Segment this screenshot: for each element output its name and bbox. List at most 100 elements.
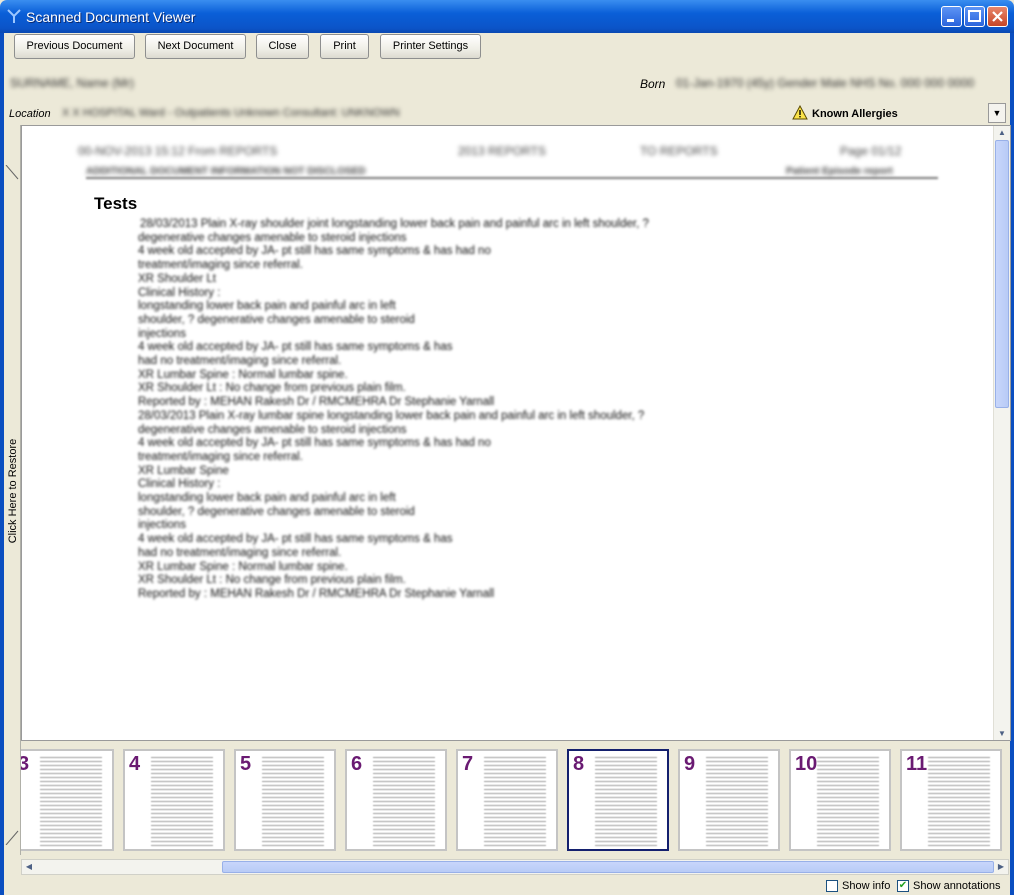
page-thumbnail[interactable]: 5 <box>234 749 336 851</box>
page-thumbnail[interactable]: 9 <box>678 749 780 851</box>
document-text-line: XR Shoulder Lt <box>138 272 216 285</box>
allergies-dropdown-button[interactable]: ▼ <box>988 103 1006 123</box>
horizontal-scroll-thumb[interactable] <box>222 861 994 873</box>
document-text-line: injections <box>138 519 186 532</box>
previous-document-button[interactable]: Previous Document <box>14 34 135 59</box>
page-thumbnail[interactable]: 8 <box>567 749 669 851</box>
document-text-line: longstanding lower back pain and painful… <box>138 492 396 505</box>
document-text-line: 4 week old accepted by JA- pt still has … <box>138 341 453 354</box>
born-label: Born <box>640 77 666 91</box>
page-thumbnail-number: 10 <box>795 753 818 775</box>
document-text-line: 4 week old accepted by JA- pt still has … <box>138 245 491 258</box>
window-title: Scanned Document Viewer <box>26 9 196 25</box>
document-text-line: injections <box>138 327 186 340</box>
document-viewer[interactable]: 00-NOV-2013 15:12 From REPORTS 2013 REPO… <box>21 125 1011 741</box>
close-icon <box>992 11 1003 22</box>
document-text-line: Reported by : MEHAN Rakesh Dr / RMCMEHRA… <box>138 587 495 600</box>
thumbnail-strip: 3 4 5 6 7 8 9 10 11 <box>21 743 1009 857</box>
known-allergies-label: Known Allergies <box>812 108 898 120</box>
document-text-line: Clinical History : <box>138 478 221 491</box>
show-info-label: Show info <box>842 880 891 892</box>
panel-edge-icon <box>5 165 19 180</box>
location-label: Location <box>9 108 51 120</box>
document-text-line: 28/03/2013 Plain X-ray shoulder joint lo… <box>140 218 649 230</box>
horizontal-scrollbar[interactable]: ◀ ▶ <box>21 859 1009 875</box>
document-body: 28/03/2013 Plain X-ray shoulder joint lo… <box>138 218 649 602</box>
minimize-button[interactable] <box>941 6 962 27</box>
show-annotations-checkbox[interactable]: ✔ <box>897 880 909 892</box>
document-text-line: Reported by : MEHAN Rakesh Dr / RMCMEHRA… <box>138 396 495 409</box>
document-text-line: XR Lumbar Spine : Normal lumbar spine. <box>138 560 348 573</box>
document-text-line: treatment/imaging since referral. <box>138 259 303 272</box>
restore-panel-strip[interactable]: Click Here to Restore <box>4 125 21 855</box>
page-thumbnail-number: 9 <box>684 753 696 775</box>
patient-name: SURNAME, Name (Mr) <box>10 76 135 90</box>
scroll-right-icon[interactable]: ▶ <box>994 860 1008 873</box>
page-thumbnail-preview <box>928 755 990 847</box>
restore-label: Click Here to Restore <box>7 438 19 544</box>
scroll-down-icon[interactable]: ▼ <box>995 727 1009 740</box>
page-thumbnail[interactable]: 4 <box>123 749 225 851</box>
page-thumbnail-preview <box>40 755 102 847</box>
page-thumbnail[interactable]: 11 <box>900 749 1002 851</box>
known-allergies-bar[interactable]: Known Allergies <box>786 103 991 127</box>
show-info-checkbox[interactable] <box>826 880 838 892</box>
print-button[interactable]: Print <box>320 34 369 59</box>
close-button[interactable]: Close <box>256 34 309 59</box>
vertical-scrollbar[interactable]: ▲ ▼ <box>993 126 1010 740</box>
document-text-line: shoulder, ? degenerative changes amenabl… <box>138 505 415 518</box>
show-annotations-label: Show annotations <box>913 880 1001 892</box>
page-thumbnail-number: 3 <box>21 753 29 776</box>
printer-settings-button[interactable]: Printer Settings <box>380 34 481 59</box>
document-text-line: 4 week old accepted by JA- pt still has … <box>138 437 491 450</box>
page-thumbnail-number: 8 <box>573 753 585 775</box>
page-thumbnail-preview <box>151 755 213 847</box>
document-text-line: had no treatment/imaging since referral. <box>138 355 342 368</box>
page-thumbnail-number: 7 <box>462 753 474 775</box>
doc-header-text: Patient Episode report <box>786 166 893 177</box>
app-icon <box>7 9 21 23</box>
doc-header-text: ADDITIONAL DOCUMENT INFORMATION NOT DISC… <box>86 166 366 177</box>
document-text-line: XR Shoulder Lt : No change from previous… <box>138 574 406 587</box>
page-thumbnail-number: 4 <box>129 753 141 775</box>
close-window-button[interactable] <box>987 6 1008 27</box>
page-thumbnail[interactable]: 6 <box>345 749 447 851</box>
page-thumbnail-preview <box>373 755 435 847</box>
title-bar: Scanned Document Viewer <box>0 0 1014 33</box>
document-text-line: Clinical History : <box>138 286 221 299</box>
page-thumbnail-number: 6 <box>351 753 363 775</box>
chevron-down-icon: ▼ <box>992 108 1002 118</box>
doc-header-rule <box>86 177 938 179</box>
doc-header-text: Page 01/12 <box>840 144 902 158</box>
panel-edge-icon <box>5 830 19 845</box>
document-text-line: XR Lumbar Spine : Normal lumbar spine. <box>138 368 348 381</box>
section-title: Tests <box>94 194 138 213</box>
doc-header-text: 00-NOV-2013 15:12 From REPORTS <box>78 144 278 158</box>
document-text-line: 4 week old accepted by JA- pt still has … <box>138 533 453 546</box>
page-thumbnail-preview <box>706 755 768 847</box>
document-text-line: 28/03/2013 Plain X-ray lumbar spine long… <box>138 409 645 422</box>
checkmark-icon: ✔ <box>898 880 908 891</box>
scroll-up-icon[interactable]: ▲ <box>995 126 1009 139</box>
document-text-line: degenerative changes amenable to steroid… <box>138 423 407 436</box>
page-thumbnail[interactable]: 3 <box>21 749 114 851</box>
maximize-button[interactable] <box>964 6 985 27</box>
doc-header-text: 2013 REPORTS <box>458 144 546 158</box>
document-text-line: XR Shoulder Lt : No change from previous… <box>138 382 406 395</box>
doc-header-text: TO REPORTS <box>640 144 718 158</box>
page-thumbnail-preview <box>595 755 657 847</box>
document-text-line: had no treatment/imaging since referral. <box>138 546 342 559</box>
document-text-line: degenerative changes amenable to steroid… <box>138 231 407 244</box>
maximize-icon <box>968 10 981 22</box>
document-text-line: longstanding lower back pain and painful… <box>138 300 396 313</box>
page-thumbnail[interactable]: 7 <box>456 749 558 851</box>
window-content: Previous Document Next Document Close Pr… <box>4 33 1011 895</box>
vertical-scroll-thumb[interactable] <box>995 140 1009 408</box>
page-thumbnail-preview <box>484 755 546 847</box>
next-document-button[interactable]: Next Document <box>145 34 246 59</box>
page-thumbnail-preview <box>817 755 879 847</box>
scroll-left-icon[interactable]: ◀ <box>22 860 36 873</box>
document-text-line: shoulder, ? degenerative changes amenabl… <box>138 313 415 326</box>
page-thumbnail[interactable]: 10 <box>789 749 891 851</box>
document-text-line: XR Lumbar Spine <box>138 464 229 477</box>
